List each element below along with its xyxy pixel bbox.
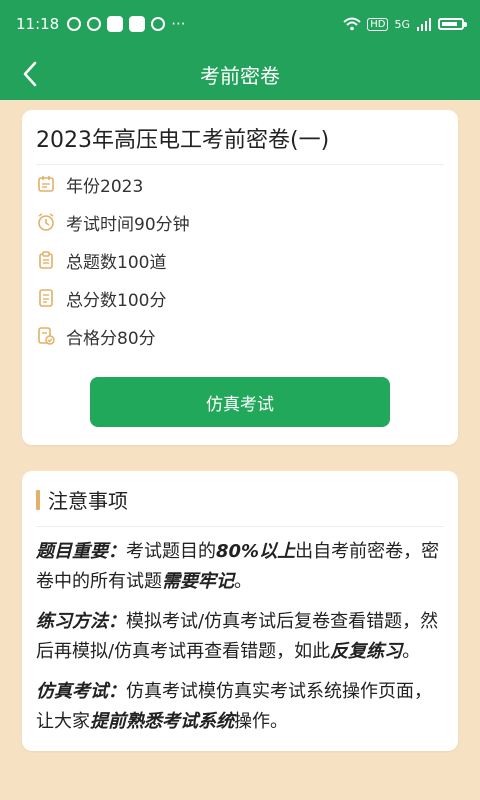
app2-notification-icon xyxy=(129,16,146,32)
note-text: 考试题目的 xyxy=(126,541,216,562)
heart-notification-icon xyxy=(87,17,102,31)
status-left: 11:18 ··· xyxy=(16,15,186,33)
chat-notification-icon xyxy=(151,17,166,31)
info-total-score: 总分数100分 xyxy=(66,290,167,311)
note-importance: 题目重要：考试题目的80%以上出自考前密卷，密卷中的所有试题需要牢记。 xyxy=(36,537,444,597)
note-label: 练习方法： xyxy=(36,611,126,632)
notes-title: 注意事项 xyxy=(48,489,128,513)
note-emphasis: 反复练习 xyxy=(330,641,403,662)
info-duration: 考试时间90分钟 xyxy=(66,214,190,235)
wifi-icon xyxy=(343,17,361,31)
network-type: 5G xyxy=(394,17,410,31)
info-row-duration: 考试时间90分钟 xyxy=(36,203,444,241)
chevron-left-icon xyxy=(23,61,37,87)
note-method: 练习方法：模拟考试/仿真考试后复卷查看错题，然后再模拟/仿真考试再查看错题，如此… xyxy=(36,607,444,667)
start-exam-button[interactable]: 仿真考试 xyxy=(90,377,390,427)
clock-icon xyxy=(36,212,56,232)
info-pass-score: 合格分80分 xyxy=(66,328,156,349)
app-notification-icon xyxy=(107,16,124,32)
note-emphasis: 80%以上 xyxy=(216,541,296,562)
note-text: 操作。 xyxy=(234,711,288,732)
note-emphasis: 提前熟悉考试系统 xyxy=(90,711,234,732)
info-row-questions: 总题数100道 xyxy=(36,241,444,279)
calendar-icon xyxy=(36,174,56,194)
notification-icons: ··· xyxy=(67,15,186,33)
note-text: 。 xyxy=(402,641,421,662)
note-label: 题目重要： xyxy=(36,541,126,562)
pass-check-icon xyxy=(36,326,56,346)
note-simulation: 仿真考试：仿真考试模仿真实考试系统操作页面，让大家提前熟悉考试系统操作。 xyxy=(36,677,444,737)
battery-level xyxy=(442,22,457,26)
back-button[interactable] xyxy=(14,58,46,90)
status-bar: 11:18 ··· HD 5G xyxy=(0,0,480,48)
signal-icon xyxy=(417,18,431,31)
note-text: 。 xyxy=(234,571,252,592)
exam-card: 2023年高压电工考前密卷(一) 年份2023 考试时间90分钟 总题数100道… xyxy=(22,110,458,445)
info-year: 年份2023 xyxy=(66,176,144,197)
battery-icon xyxy=(438,18,467,30)
hd-icon: HD xyxy=(367,17,389,31)
clipboard-icon xyxy=(36,250,56,270)
notes-accent-bar xyxy=(36,489,40,510)
exam-title: 2023年高压电工考前密卷(一) xyxy=(36,122,444,165)
page-title: 考前密卷 xyxy=(200,63,280,88)
notes-card: 注意事项 题目重要：考试题目的80%以上出自考前密卷，密卷中的所有试题需要牢记。… xyxy=(22,471,458,751)
note-label: 仿真考试： xyxy=(36,681,126,702)
status-time: 11:18 xyxy=(16,15,60,33)
info-row-pass: 合格分80分 xyxy=(36,317,444,355)
more-notifications-icon: ··· xyxy=(171,15,186,33)
app-bar: 考前密卷 xyxy=(0,48,480,100)
status-right: HD 5G xyxy=(343,17,467,31)
notes-header: 注意事项 xyxy=(36,485,444,527)
info-row-score: 总分数100分 xyxy=(36,279,444,317)
info-questions: 总题数100道 xyxy=(66,252,167,273)
note-emphasis: 需要牢记 xyxy=(162,571,234,592)
settings-notification-icon xyxy=(67,17,82,31)
score-sheet-icon xyxy=(36,288,56,308)
info-row-year: 年份2023 xyxy=(36,165,444,203)
